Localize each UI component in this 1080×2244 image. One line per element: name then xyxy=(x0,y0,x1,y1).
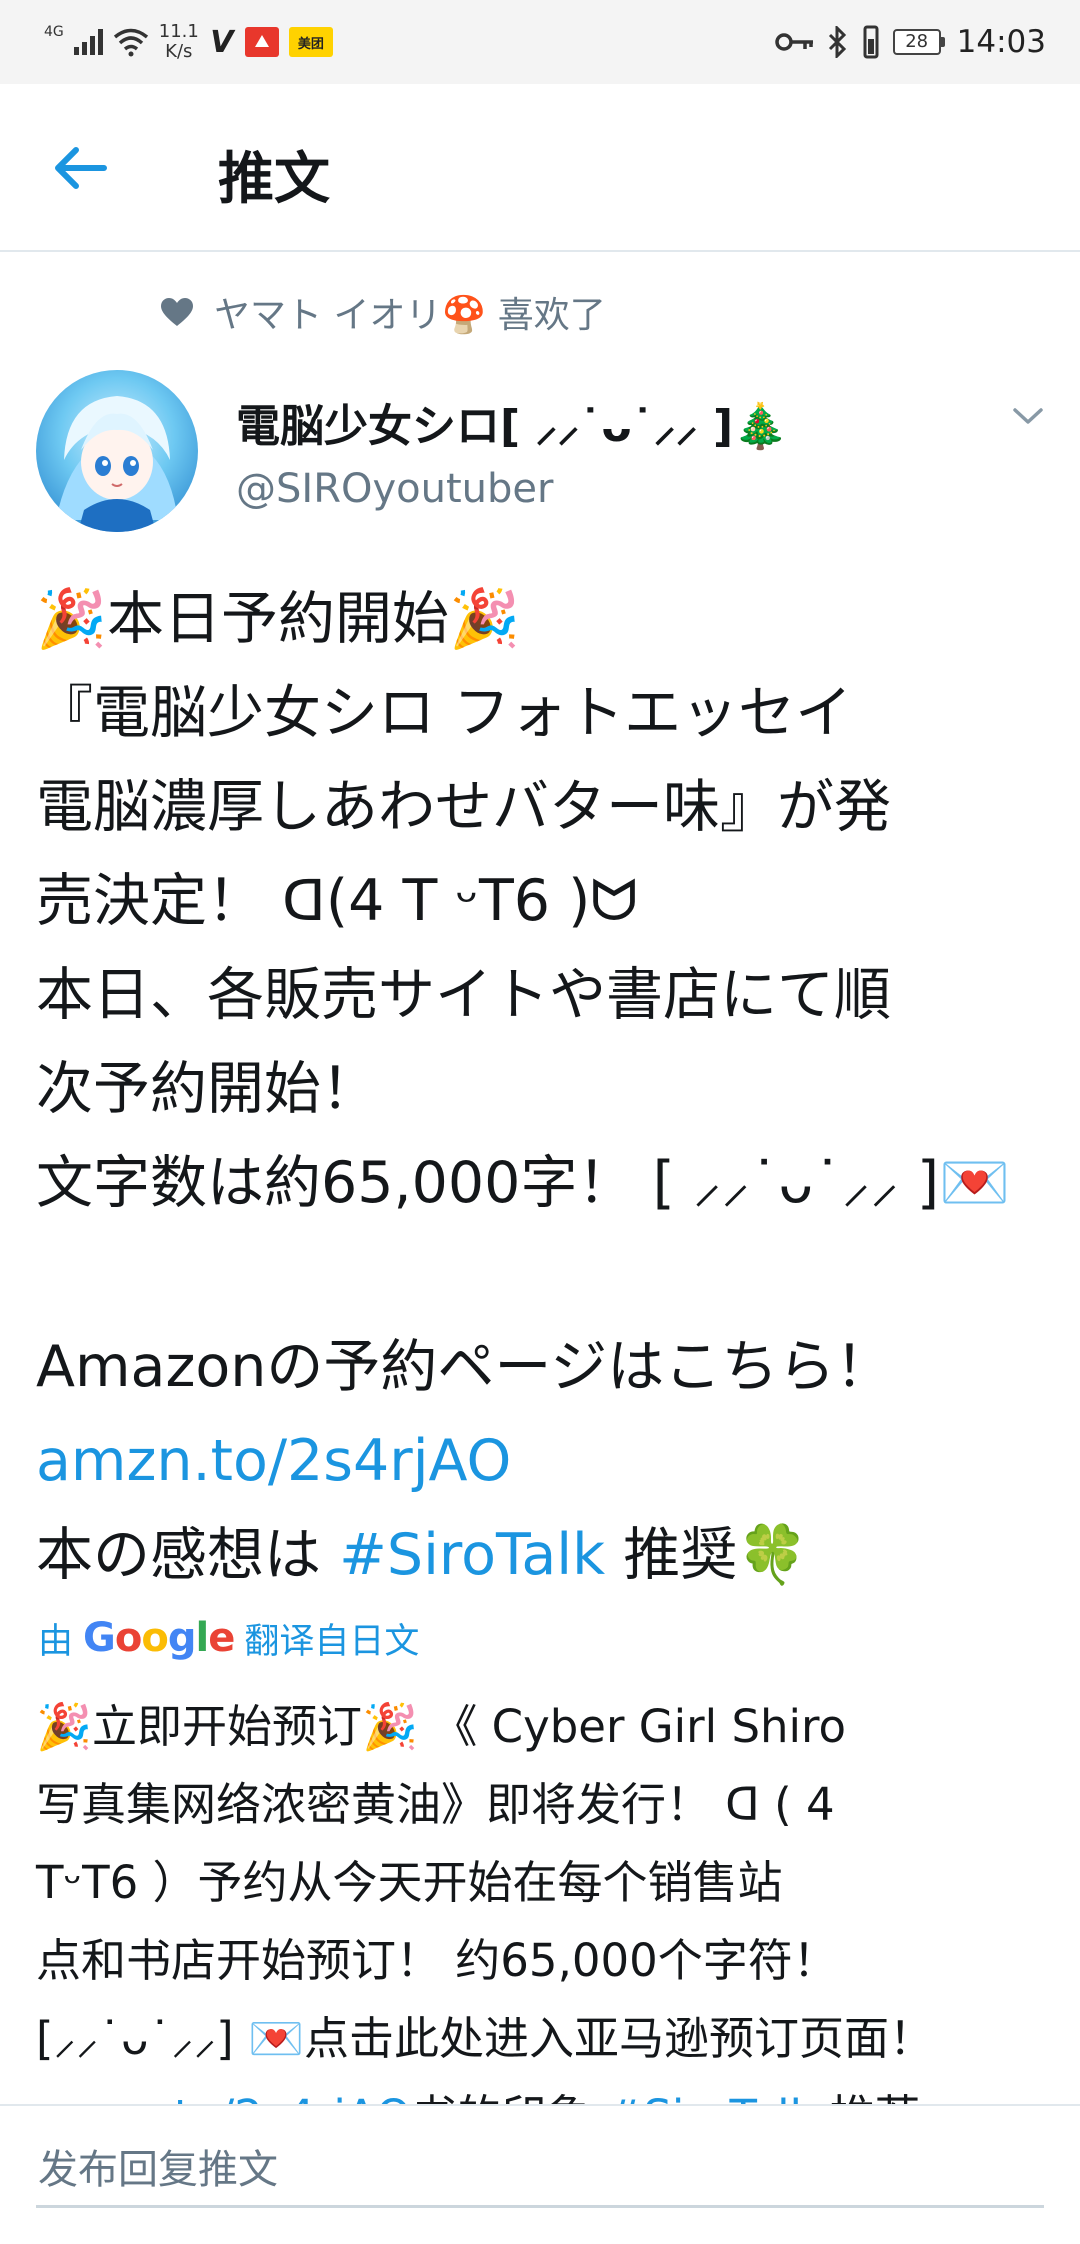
tweet-hashtag[interactable]: #SiroTalk xyxy=(339,1522,605,1588)
tweet-line: 次予約開始！ xyxy=(36,1056,378,1122)
tweet-line: Amazonの予約ページはこちら！ xyxy=(36,1334,893,1400)
social-context[interactable]: ヤマト イオリ🍄 喜欢了 xyxy=(160,286,606,338)
tweet-line: 電脳濃厚しあわせバター味』が発 xyxy=(36,774,891,840)
app-notification-icon xyxy=(244,27,279,57)
translated-prefix: 由 xyxy=(38,1621,74,1662)
avatar[interactable] xyxy=(36,370,198,532)
tweet-hashtag-line: 本の感想は #SiroTalk 推奨🍀 xyxy=(36,1508,1046,1602)
signal-icon xyxy=(73,29,103,55)
status-bar-left: 4G 11.1 K/s V 美团 xyxy=(44,18,333,66)
status-bar-right: 28 14:03 xyxy=(774,18,1046,66)
bluetooth-icon xyxy=(828,26,846,58)
translation-line: [⸝⸝˙ᴗ˙⸝⸝] 💌点击此处进入亚马逊预订页面！ xyxy=(36,2012,934,2065)
wifi-icon xyxy=(113,28,148,57)
reply-bar xyxy=(0,2104,1080,2244)
app-v-icon: V xyxy=(210,24,234,60)
top-app-bar: 推文 xyxy=(0,84,1080,252)
back-button[interactable] xyxy=(48,136,112,200)
translation-line: 点和书店开始预订！ 约65,000个字符！ xyxy=(36,1934,838,1987)
key-icon xyxy=(774,33,813,51)
translation-text: 🎉立即开始预订🎉 《 Cyber Girl Shiro 写真集网络浓密黄油》即将… xyxy=(36,1688,1046,2156)
battery-level: 28 xyxy=(892,29,941,55)
meituan-icon: 美团 xyxy=(288,27,333,57)
tweet-line: 文字数は約65,000字！ [ ⸝⸝˙ᴗ˙⸝⸝ ]💌 xyxy=(36,1150,1011,1216)
social-context-text: ヤマト イオリ🍄 喜欢了 xyxy=(214,295,606,336)
arrow-left-icon xyxy=(55,147,107,189)
tweet-line: 売決定！ ᗡ(4 T ᵕT6 )ᗢ xyxy=(36,868,638,934)
speed-value: 11.1 xyxy=(158,21,199,42)
avatar-image xyxy=(56,396,178,532)
translation-line: 写真集网络浓密黄油》即将发行！ ᗡ ( 4 xyxy=(36,1778,835,1831)
network-type: 4G xyxy=(44,24,64,40)
google-logo: Google xyxy=(83,1615,235,1661)
hashtag-suffix: 推奨🍀 xyxy=(605,1522,809,1588)
translation-line: TᵕT6 ）予约从今天开始在每个销售站 xyxy=(36,1856,783,1909)
network-speed: 11.1 K/s xyxy=(159,22,199,62)
speed-unit: K/s xyxy=(165,41,193,62)
tweet-line: 『電脳少女シロ フォトエッセイ xyxy=(36,680,853,746)
page-title: 推文 xyxy=(218,147,330,212)
battery-icon: 28 xyxy=(892,29,945,55)
reply-input[interactable] xyxy=(36,2142,1044,2208)
translation-line: 🎉立即开始预订🎉 《 Cyber Girl Shiro xyxy=(36,1700,847,1753)
tweet-line: 🎉本日予約開始🎉 xyxy=(36,586,520,652)
tweet-text: 🎉本日予約開始🎉 『電脳少女シロ フォトエッセイ 電脳濃厚しあわせバター味』が発… xyxy=(36,572,1046,1602)
translated-suffix: 翻译自日文 xyxy=(244,1621,420,1662)
author-name[interactable]: 電脳少女シロ[ ⸝⸝˙ᴗ˙⸝⸝ ]🎄 xyxy=(236,390,788,454)
translated-by-google[interactable]: 由 Google 翻译自日文 xyxy=(38,1612,419,1664)
vibrate-icon xyxy=(863,25,879,59)
status-time: 14:03 xyxy=(956,24,1046,60)
tweet-line: 本日、各販売サイトや書店にて順 xyxy=(36,962,891,1028)
hashtag-prefix: 本の感想は xyxy=(36,1522,340,1588)
status-bar: 4G 11.1 K/s V 美团 28 14:03 xyxy=(0,0,1080,84)
tweet-menu-button[interactable] xyxy=(1008,396,1048,436)
author-handle[interactable]: @SIROyoutuber xyxy=(236,466,553,512)
tweet-link[interactable]: amzn.to/2s4rjAO xyxy=(36,1414,1046,1508)
heart-icon xyxy=(161,298,193,326)
chevron-down-icon xyxy=(1013,408,1043,424)
